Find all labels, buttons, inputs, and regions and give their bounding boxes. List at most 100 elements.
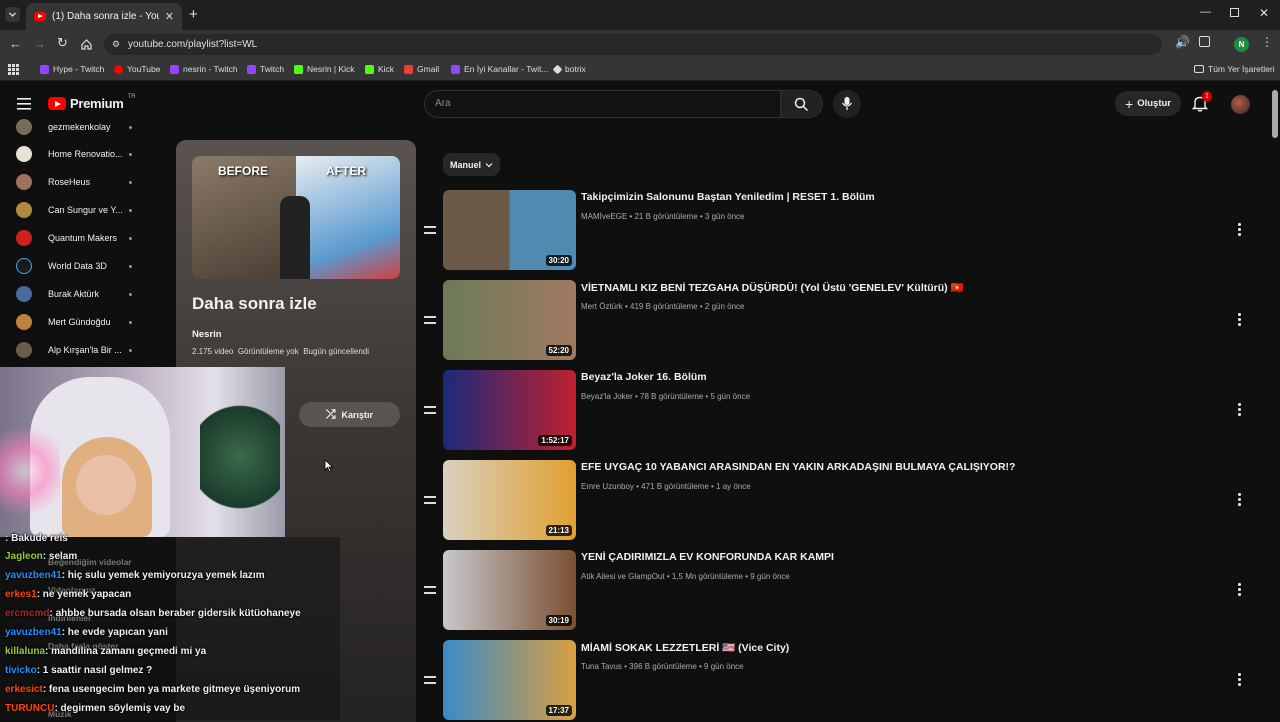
bookmark-item[interactable]: Twitch <box>247 64 284 74</box>
playlist-video-row[interactable]: 17:37 MİAMİ SOKAK LEZZETLERİ 🇺🇸 (Vice Ci… <box>424 640 1254 720</box>
bookmark-item[interactable]: YouTube <box>114 64 160 74</box>
bookmark-item[interactable]: Kick <box>365 64 394 74</box>
drag-handle-icon[interactable] <box>424 586 436 594</box>
playlist-video-row[interactable]: 1:52:17 Beyaz'la Joker 16. Bölüm Beyaz'l… <box>424 370 1254 450</box>
bookmark-item[interactable]: Gmail <box>404 64 439 74</box>
restore-button[interactable] <box>1230 8 1239 17</box>
video-title[interactable]: YENİ ÇADIRIMIZLA EV KONFORUNDA KAR KAMPI <box>581 551 834 563</box>
profile-avatar[interactable]: N <box>1234 37 1249 52</box>
bookmark-item[interactable]: botrix <box>552 64 586 74</box>
video-title[interactable]: Beyaz'la Joker 16. Bölüm <box>581 371 707 383</box>
home-icon[interactable] <box>80 38 93 51</box>
new-tab-button[interactable]: + <box>189 6 198 23</box>
close-tab-icon[interactable]: ✕ <box>165 10 174 23</box>
chat-text: : 1 saattir nasıl gelmez ? <box>36 665 153 676</box>
voice-search-button[interactable] <box>833 90 861 118</box>
shuffle-button[interactable]: ⤮ Karıştır <box>299 402 400 427</box>
more-actions-icon[interactable] <box>1238 493 1242 507</box>
reload-icon[interactable]: ↻ <box>57 35 68 51</box>
youtube-premium-logo[interactable]: Premium TR <box>48 94 136 111</box>
tab-search-button[interactable] <box>5 7 20 22</box>
address-bar[interactable]: ⚙ youtube.com/playlist?list=WL <box>104 34 1162 55</box>
browser-menu-icon[interactable]: ⋮ <box>1261 35 1273 49</box>
thumb-after-text: AFTER <box>326 164 366 178</box>
bookmark-item[interactable]: nesrin - Twitch <box>170 64 238 74</box>
apps-grid-icon[interactable] <box>8 64 19 75</box>
video-duration: 17:37 <box>545 705 572 716</box>
video-title[interactable]: Takipçimizin Salonunu Baştan Yeniledim |… <box>581 191 875 203</box>
more-actions-icon[interactable] <box>1238 313 1242 327</box>
bookmark-item[interactable]: Nesrin | Kick <box>294 64 355 74</box>
hamburger-menu-icon[interactable] <box>17 98 31 110</box>
playlist-video-row[interactable]: 52:20 VİETNAMLI KIZ BENİ TEZGAHA DÜŞÜRDÜ… <box>424 280 1254 360</box>
site-info-icon[interactable]: ⚙ <box>112 34 120 55</box>
mouse-cursor-icon <box>324 459 334 473</box>
page-scrollbar[interactable] <box>1272 90 1278 138</box>
more-actions-icon[interactable] <box>1238 673 1242 687</box>
close-window-button[interactable]: ✕ <box>1259 6 1269 20</box>
drag-handle-icon[interactable] <box>424 676 436 684</box>
video-channel[interactable]: Atik Ailesi ve GlampOut <box>581 572 665 581</box>
browser-tab-active[interactable]: (1) Daha sonra izle - YouTube ✕ <box>26 3 182 30</box>
chat-username: TURUNCU <box>5 703 55 714</box>
subscription-item[interactable]: Mert Gündoğdu <box>16 312 132 332</box>
subscription-item[interactable]: gezmekenkolay <box>16 117 132 137</box>
video-title[interactable]: EFE UYGAÇ 10 YABANCI ARASINDAN EN YAKIN … <box>581 461 1015 473</box>
playlist-views: Görüntüleme yok <box>237 347 299 356</box>
playlist-cover-thumbnail[interactable]: BEFORE AFTER <box>192 156 400 279</box>
video-thumbnail[interactable]: 52:20 <box>443 280 576 360</box>
video-channel[interactable]: MAMİveEGE <box>581 212 627 221</box>
tab-title: (1) Daha sonra izle - YouTube <box>52 11 159 22</box>
drag-handle-icon[interactable] <box>424 226 436 234</box>
video-thumbnail[interactable]: 21:13 <box>443 460 576 540</box>
bookmark-item[interactable]: Hype - Twitch <box>40 64 104 74</box>
extensions-icon[interactable] <box>1199 36 1210 47</box>
drag-handle-icon[interactable] <box>424 496 436 504</box>
back-icon[interactable]: ← <box>9 36 22 51</box>
shuffle-label: Karıştır <box>341 409 374 420</box>
video-title[interactable]: MİAMİ SOKAK LEZZETLERİ 🇺🇸 (Vice City) <box>581 641 789 654</box>
channel-avatar <box>16 314 32 330</box>
video-duration: 52:20 <box>545 345 572 356</box>
search-input[interactable]: Ara <box>424 90 781 118</box>
video-thumbnail[interactable]: 17:37 <box>443 640 576 720</box>
minimize-button[interactable]: — <box>1200 6 1211 18</box>
subscription-item[interactable]: RoseHeus <box>16 172 132 192</box>
chat-message: yavuzben41: he evde yapıcan yani <box>5 627 168 638</box>
chat-text: : he evde yapıcan yani <box>61 627 168 638</box>
subscription-item[interactable]: Quantum Makers <box>16 228 132 248</box>
forward-icon[interactable]: → <box>33 36 46 51</box>
search-button[interactable] <box>781 90 823 118</box>
more-actions-icon[interactable] <box>1238 403 1242 417</box>
playlist-video-row[interactable]: 21:13 EFE UYGAÇ 10 YABANCI ARASINDAN EN … <box>424 460 1254 540</box>
video-meta: Emre Uzunboy • 471 B görüntüleme • 1 ay … <box>581 482 751 491</box>
playlist-video-row[interactable]: 30:20 Takipçimizin Salonunu Baştan Yenil… <box>424 190 1254 270</box>
sort-dropdown[interactable]: Manuel <box>443 153 500 176</box>
playlist-owner[interactable]: Nesrin <box>192 329 222 340</box>
video-channel[interactable]: Beyaz'la Joker <box>581 392 633 401</box>
more-actions-icon[interactable] <box>1238 223 1242 237</box>
notifications-button[interactable]: 1 <box>1191 91 1212 115</box>
video-channel[interactable]: Emre Uzunboy <box>581 482 634 491</box>
more-actions-icon[interactable] <box>1238 583 1242 597</box>
all-bookmarks-folder[interactable]: Tüm Yer İşaretleri <box>1194 64 1275 74</box>
create-button[interactable]: + Oluştur <box>1115 91 1181 116</box>
video-title[interactable]: VİETNAMLI KIZ BENİ TEZGAHA DÜŞÜRDÜ! (Yol… <box>581 281 964 294</box>
subscription-item[interactable]: World Data 3D <box>16 256 132 276</box>
stream-chat-overlay: Beğendiğim videolar Videolarınız İndiril… <box>0 533 340 720</box>
subscription-item[interactable]: Home Renovatio... <box>16 144 132 164</box>
drag-handle-icon[interactable] <box>424 406 436 414</box>
subscription-item[interactable]: Alp Kırşan'la Bir ... <box>16 340 132 360</box>
audio-playing-icon[interactable]: 🔊 <box>1175 35 1190 49</box>
drag-handle-icon[interactable] <box>424 316 436 324</box>
bookmark-item[interactable]: En İyi Kanallar - Twit... <box>451 64 548 74</box>
playlist-video-row[interactable]: 30:19 YENİ ÇADIRIMIZLA EV KONFORUNDA KAR… <box>424 550 1254 630</box>
video-channel[interactable]: Tuna Tavus <box>581 662 622 671</box>
video-channel[interactable]: Mert Öztürk <box>581 302 623 311</box>
video-thumbnail[interactable]: 1:52:17 <box>443 370 576 450</box>
video-thumbnail[interactable]: 30:20 <box>443 190 576 270</box>
subscription-item[interactable]: Can Sungur ve Y... <box>16 200 132 220</box>
account-avatar[interactable] <box>1231 95 1250 114</box>
video-thumbnail[interactable]: 30:19 <box>443 550 576 630</box>
subscription-item[interactable]: Burak Aktürk <box>16 284 132 304</box>
